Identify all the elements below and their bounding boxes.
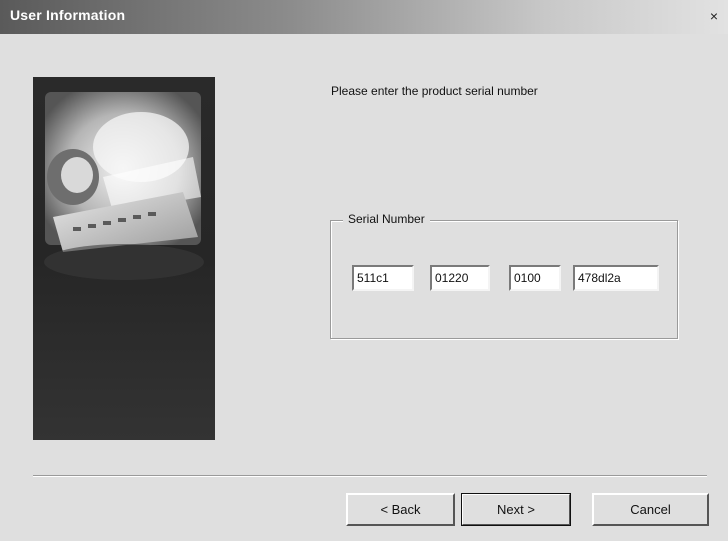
- wizard-side-image: [33, 77, 215, 440]
- serial-field-2[interactable]: 01220: [430, 265, 490, 291]
- serial-number-group: Serial Number 511c1 01220 0100 478dl2a: [330, 212, 678, 339]
- window-title: User Information: [10, 7, 126, 23]
- back-button[interactable]: < Back: [346, 493, 455, 526]
- next-button[interactable]: Next >: [461, 493, 571, 526]
- cancel-button[interactable]: Cancel: [592, 493, 709, 526]
- instruction-text: Please enter the product serial number: [331, 84, 538, 98]
- serial-field-3[interactable]: 0100: [509, 265, 561, 291]
- serial-field-4[interactable]: 478dl2a: [573, 265, 659, 291]
- close-button[interactable]: ×: [706, 8, 722, 24]
- footer-divider: [33, 475, 707, 477]
- serial-field-1[interactable]: 511c1: [352, 265, 414, 291]
- wizard-graphic: [33, 77, 215, 440]
- title-bar[interactable]: User Information ×: [0, 0, 728, 34]
- close-icon: ×: [709, 8, 719, 24]
- serial-number-legend: Serial Number: [343, 212, 430, 226]
- user-information-dialog: User Information × Please enter the prod…: [0, 0, 728, 541]
